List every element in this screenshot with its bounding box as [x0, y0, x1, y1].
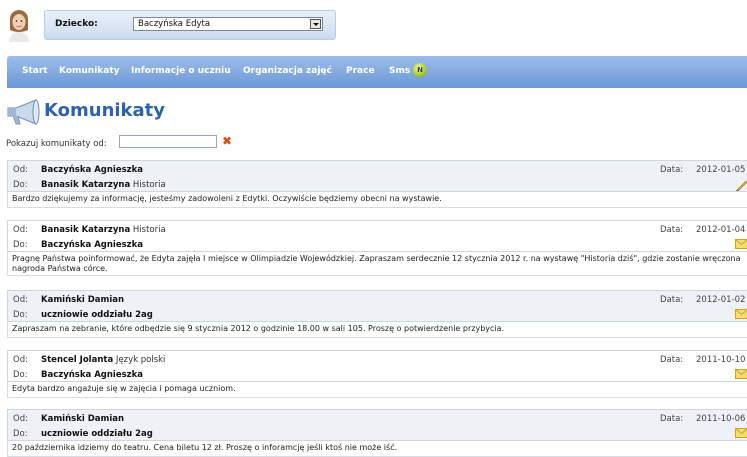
- message-sender: Banasik Katarzyna Historia: [41, 225, 166, 235]
- message-header: Od: Kamiński Damian Data: 2012-01-02 Do: ucz…: [7, 290, 747, 322]
- megaphone-icon: [6, 98, 42, 126]
- message-body: Edyta bardzo angażuje się w zajęcia i po…: [7, 382, 747, 398]
- envelope-icon[interactable]: [735, 309, 747, 319]
- main-navbar: Start Komunikaty Informacje o uczniu Org…: [7, 56, 747, 88]
- date-label: Data:: [660, 355, 683, 365]
- from-label: Od:: [13, 414, 28, 424]
- clear-filter-icon[interactable]: ✖: [222, 135, 234, 147]
- date-label: Data:: [660, 225, 683, 235]
- nav-start[interactable]: Start: [22, 66, 48, 76]
- message-item[interactable]: Od: Banasik Katarzyna Historia Data: 2012-0…: [7, 220, 747, 276]
- sms-new-badge-icon[interactable]: N: [413, 63, 427, 77]
- date-label: Data:: [660, 295, 683, 305]
- message-header: Od: Baczyńska Agnieszka Data: 2012-01-05 Do…: [7, 160, 747, 192]
- to-label: Do:: [13, 310, 28, 320]
- message-sender: Kamiński Damian: [41, 414, 124, 424]
- message-sender: Baczyńska Agnieszka: [41, 165, 143, 175]
- filter-from-input[interactable]: [119, 135, 217, 148]
- child-select-value: Baczyńska Edyta: [138, 19, 210, 29]
- nav-komunikaty[interactable]: Komunikaty: [59, 66, 120, 76]
- message-recipient: uczniowie oddziału 2ag: [41, 429, 153, 439]
- message-recipient: uczniowie oddziału 2ag: [41, 310, 153, 320]
- message-body: 20 października idziemy do teatru. Cena …: [7, 441, 747, 457]
- to-label: Do:: [13, 180, 28, 190]
- from-label: Od:: [13, 295, 28, 305]
- message-recipient: Baczyńska Agnieszka: [41, 370, 143, 380]
- envelope-icon[interactable]: [735, 369, 747, 379]
- child-label: Dziecko:: [55, 19, 98, 29]
- nav-sms[interactable]: Sms: [389, 66, 410, 76]
- message-date: 2011-10-10: [696, 355, 745, 365]
- message-body: Zapraszam na zebranie, które odbędzie si…: [7, 322, 747, 338]
- message-item[interactable]: Od: Stencel Jolanta Język polski Data: 2011…: [7, 350, 747, 398]
- message-sender: Stencel Jolanta Język polski: [41, 355, 165, 365]
- envelope-icon[interactable]: [735, 428, 747, 438]
- to-label: Do:: [13, 370, 28, 380]
- message-sender: Kamiński Damian: [41, 295, 124, 305]
- chevron-down-icon[interactable]: [310, 19, 321, 29]
- filter-label: Pokazuj komunikaty od:: [6, 139, 107, 149]
- message-date: 2012-01-04: [696, 225, 745, 235]
- message-recipient: Banasik Katarzyna Historia: [41, 180, 166, 190]
- message-header: Od: Stencel Jolanta Język polski Data: 2011…: [7, 350, 747, 382]
- pencil-icon[interactable]: [735, 179, 747, 189]
- nav-organizacja-zajec[interactable]: Organizacja zajęć: [243, 66, 332, 76]
- date-label: Data:: [660, 414, 683, 424]
- to-label: Do:: [13, 429, 28, 439]
- message-date: 2012-01-05: [696, 165, 745, 175]
- message-item[interactable]: Od: Kamiński Damian Data: 2011-10-06 Do: ucz…: [7, 409, 747, 457]
- from-label: Od:: [13, 225, 28, 235]
- child-select[interactable]: Baczyńska Edyta: [133, 17, 323, 31]
- message-body: Pragnę Państwa poinformować, że Edyta za…: [7, 252, 747, 276]
- from-label: Od:: [13, 355, 28, 365]
- message-header: Od: Kamiński Damian Data: 2011-10-06 Do: ucz…: [7, 409, 747, 441]
- child-selector-panel: Dziecko: Baczyńska Edyta: [44, 10, 336, 40]
- page-title: Komunikaty: [44, 100, 165, 121]
- date-label: Data:: [660, 165, 683, 175]
- message-item[interactable]: Od: Baczyńska Agnieszka Data: 2012-01-05 Do…: [7, 160, 747, 208]
- from-label: Od:: [13, 165, 28, 175]
- message-body: Bardzo dziękujemy za informację, jesteśm…: [7, 192, 747, 208]
- message-date: 2012-01-02: [696, 295, 745, 305]
- nav-prace[interactable]: Prace: [346, 66, 375, 76]
- nav-informacje-o-uczniu[interactable]: Informacje o uczniu: [131, 66, 231, 76]
- message-recipient: Baczyńska Agnieszka: [41, 240, 143, 250]
- child-avatar: [6, 8, 32, 42]
- to-label: Do:: [13, 240, 28, 250]
- message-item[interactable]: Od: Kamiński Damian Data: 2012-01-02 Do: ucz…: [7, 290, 747, 338]
- envelope-icon[interactable]: [735, 239, 747, 249]
- message-header: Od: Banasik Katarzyna Historia Data: 2012-0…: [7, 220, 747, 252]
- message-date: 2011-10-06: [696, 414, 745, 424]
